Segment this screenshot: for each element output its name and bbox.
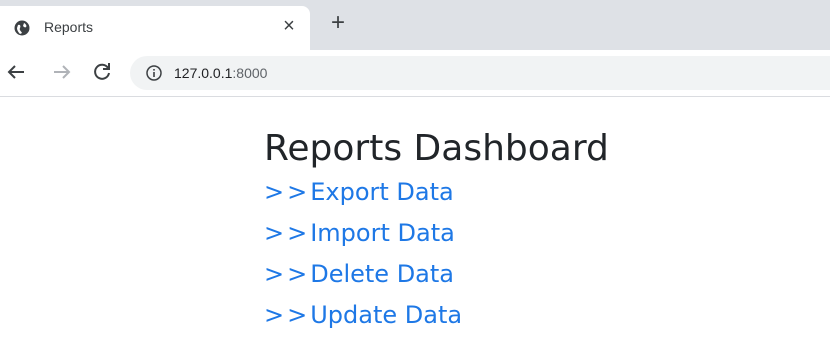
tab-strip: Reports × + (0, 0, 830, 50)
link-prefix: >> (264, 178, 311, 206)
link-label: Import Data (310, 219, 455, 247)
back-button[interactable] (4, 60, 28, 84)
browser-window: Reports × + 127.0.0.1:8000 Reports Dashb… (0, 0, 830, 338)
url-text[interactable]: 127.0.0.1:8000 (174, 65, 267, 81)
page-title: Reports Dashboard (264, 128, 609, 169)
link-label: Export Data (310, 178, 454, 206)
page-content: Reports Dashboard >>Export Data >>Import… (264, 126, 609, 336)
link-prefix: >> (264, 301, 311, 329)
import-data-link[interactable]: >>Import Data (264, 213, 609, 254)
browser-toolbar: 127.0.0.1:8000 (0, 50, 830, 97)
arrow-right-icon (54, 65, 71, 79)
tab-reports[interactable]: Reports × (0, 6, 310, 50)
arrow-left-icon (7, 65, 24, 79)
link-label: Delete Data (310, 260, 455, 288)
link-label: Update Data (310, 301, 463, 329)
reload-button[interactable] (90, 60, 114, 84)
tab-close-button[interactable]: × (278, 15, 300, 37)
link-prefix: >> (264, 219, 311, 247)
globe-icon (14, 20, 30, 36)
address-bar[interactable]: 127.0.0.1:8000 (130, 56, 830, 90)
link-prefix: >> (264, 260, 311, 288)
new-tab-button[interactable]: + (326, 11, 350, 36)
delete-data-link[interactable]: >>Delete Data (264, 254, 609, 295)
reload-icon (94, 63, 110, 80)
url-host: 127.0.0.1 (174, 65, 233, 81)
tab-title: Reports (44, 19, 94, 35)
update-data-link[interactable]: >>Update Data (264, 295, 609, 336)
forward-button[interactable] (50, 60, 74, 84)
url-port: :8000 (232, 65, 268, 81)
export-data-link[interactable]: >>Export Data (264, 172, 609, 213)
info-icon[interactable] (146, 65, 162, 81)
